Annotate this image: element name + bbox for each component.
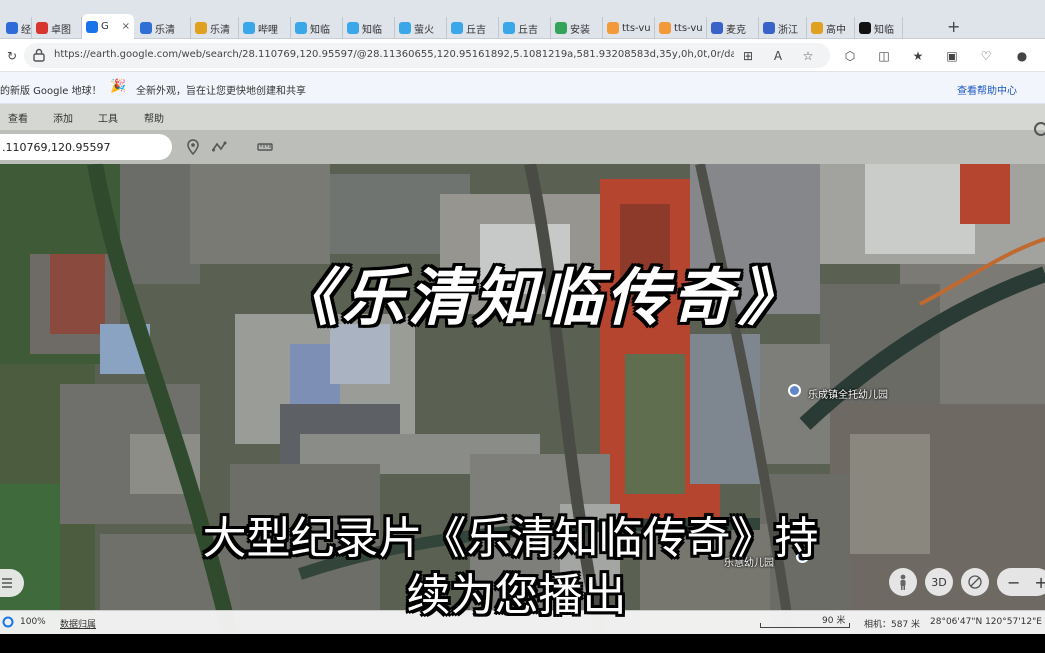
- tab-label: tts-vu: [674, 22, 703, 34]
- tab-favicon-icon: [859, 22, 871, 34]
- tab-label: 浙江: [778, 24, 798, 36]
- tab-favicon-icon: [503, 22, 515, 34]
- announcement-title: 的新版 Google 地球！: [0, 86, 102, 97]
- poi-marker-icon[interactable]: [788, 384, 801, 397]
- tab-label: 安装: [570, 24, 590, 36]
- tab-label: 乐清: [210, 24, 230, 36]
- browser-tab[interactable]: 哔哩: [239, 17, 291, 39]
- tab-label: 经纬际: [21, 24, 31, 36]
- menu-tools[interactable]: 工具: [98, 110, 118, 125]
- browser-tab[interactable]: 知临: [291, 17, 343, 39]
- browser-tab[interactable]: 高中: [807, 17, 855, 39]
- menu-help[interactable]: 帮助: [144, 110, 164, 125]
- tab-favicon-icon: [86, 20, 98, 33]
- earth-menu-bar: 查看 添加 工具 帮助: [0, 104, 1045, 130]
- browser-tab[interactable]: 浙江: [759, 17, 807, 39]
- browser-tab[interactable]: 丘吉: [447, 17, 499, 39]
- tab-favicon-icon: [36, 22, 48, 34]
- help-center-link[interactable]: 查看帮助中心: [957, 82, 1017, 97]
- browser-tab[interactable]: G ×: [82, 14, 134, 39]
- tab-favicon-icon: [659, 22, 671, 34]
- menu-view[interactable]: 查看: [8, 110, 28, 125]
- tab-favicon-icon: [295, 22, 307, 34]
- reload-icon[interactable]: ↻: [4, 48, 20, 64]
- browser-tab[interactable]: 知临: [343, 17, 395, 39]
- tab-label: 知临: [874, 24, 894, 36]
- placemark-icon[interactable]: [185, 139, 201, 155]
- letterbox-bar: [0, 634, 1045, 653]
- tab-label: 丘吉: [466, 24, 486, 36]
- poi-label[interactable]: 乐成镇全托幼儿园: [808, 386, 888, 401]
- address-bar: ↻ https://earth.google.com/web/search/28…: [0, 39, 1045, 72]
- tab-label: 知临: [362, 24, 382, 36]
- tab-label: 知临: [310, 24, 330, 36]
- tab-label: 麦克: [726, 24, 746, 36]
- browser-tab[interactable]: 乐清: [191, 17, 239, 39]
- menu-add[interactable]: 添加: [53, 110, 73, 125]
- tab-label: 哔哩: [258, 24, 278, 36]
- path-tool-icon[interactable]: [212, 139, 228, 155]
- new-tab-button[interactable]: +: [947, 17, 960, 36]
- read-aloud-icon[interactable]: A: [770, 48, 786, 64]
- split-screen-icon[interactable]: ◫: [876, 48, 892, 64]
- ruler-icon[interactable]: [257, 139, 273, 155]
- account-icon[interactable]: [1034, 122, 1045, 136]
- tab-close-icon[interactable]: ×: [122, 21, 130, 32]
- map-viewport[interactable]: 查看 添加 工具 帮助 .110769,120.95597 乐成镇全托幼儿园 乐…: [0, 104, 1045, 634]
- tab-favicon-icon: [399, 22, 411, 34]
- browser-tab[interactable]: 经纬际: [2, 17, 32, 39]
- tab-label: 萤火: [414, 24, 434, 36]
- browser-tab[interactable]: tts-vu: [603, 17, 655, 39]
- tab-label: G: [101, 21, 109, 32]
- browser-tab[interactable]: 知临: [855, 17, 903, 39]
- browser-tab[interactable]: 丘吉: [499, 17, 551, 39]
- tab-favicon-icon: [763, 22, 775, 34]
- app-grid-icon[interactable]: ⊞: [740, 48, 756, 64]
- tab-label: 卓图: [51, 24, 71, 36]
- video-subtitle-line: 续为您播出: [406, 570, 627, 621]
- search-toolbar: .110769,120.95597: [0, 130, 1045, 164]
- tab-favicon-icon: [243, 22, 255, 34]
- tab-label: 丘吉: [518, 24, 538, 36]
- tab-favicon-icon: [140, 22, 152, 34]
- scale-bar: [760, 623, 850, 628]
- browser-tab[interactable]: tts-vu: [655, 17, 707, 39]
- browser-tab[interactable]: 麦克: [707, 17, 759, 39]
- browser-tab[interactable]: 萤火: [395, 17, 447, 39]
- extension-icon[interactable]: ⬡: [842, 48, 858, 64]
- browser-tab[interactable]: 乐清: [136, 17, 191, 39]
- lock-icon[interactable]: [33, 48, 45, 62]
- tab-favicon-icon: [347, 22, 359, 34]
- url-text[interactable]: https://earth.google.com/web/search/28.1…: [54, 49, 734, 60]
- tab-favicon-icon: [6, 22, 18, 34]
- tab-favicon-icon: [451, 22, 463, 34]
- tab-favicon-icon: [811, 22, 823, 34]
- favorites-icon[interactable]: ★: [910, 48, 926, 64]
- tab-label: tts-vu: [622, 22, 651, 34]
- browser-tab[interactable]: 安装: [551, 17, 603, 39]
- tab-favicon-icon: [607, 22, 619, 34]
- tab-label: 高中: [826, 24, 846, 36]
- announcement-banner: 的新版 Google 地球！ 🎉 全新外观，旨在让您更快地创建和共享 查看帮助中…: [0, 72, 1045, 104]
- video-subtitle-line: 大型纪录片《乐清知临传奇》持: [202, 513, 819, 564]
- search-coords[interactable]: .110769,120.95597: [2, 141, 110, 154]
- party-popper-icon: 🎉: [110, 79, 127, 94]
- tab-label: 乐清: [155, 24, 175, 36]
- tab-favicon-icon: [555, 22, 567, 34]
- browser-tab[interactable]: 卓图: [32, 17, 82, 39]
- browser-tab-strip: 经纬际卓图G×乐清乐清哔哩知临知临萤火丘吉丘吉安装tts-vutts-vu麦克浙…: [0, 0, 1045, 39]
- tab-favicon-icon: [195, 22, 207, 34]
- video-title-overlay: 《乐清知临传奇》: [275, 261, 804, 334]
- heart-icon[interactable]: ♡: [978, 48, 994, 64]
- collections-icon[interactable]: ▣: [944, 48, 960, 64]
- announcement-text: 全新外观，旨在让您更快地创建和共享: [136, 86, 306, 97]
- profile-icon[interactable]: ●: [1014, 48, 1030, 64]
- favorite-star-icon[interactable]: ☆: [800, 48, 816, 64]
- tab-favicon-icon: [711, 22, 723, 34]
